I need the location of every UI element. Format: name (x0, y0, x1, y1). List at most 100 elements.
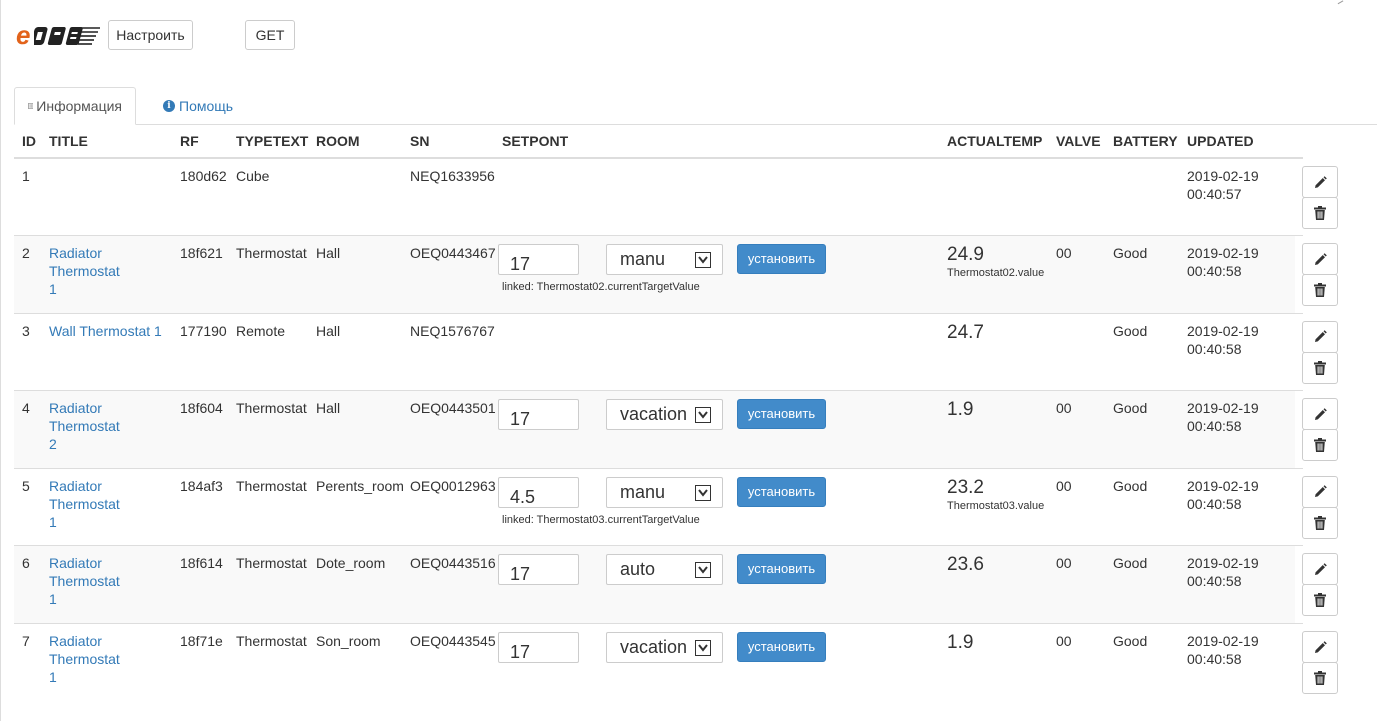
mode-value: manu (620, 249, 666, 270)
setpoint-input[interactable]: 17 (498, 554, 579, 586)
cell-actualtemp: 1.9 (939, 623, 1048, 702)
trash-icon (1314, 438, 1326, 453)
set-button[interactable]: установить (737, 476, 826, 507)
delete-button[interactable] (1302, 351, 1338, 384)
pencil-icon (1314, 640, 1327, 653)
cell-setpoint: 17 manu установить linked: Thermostat02.cur… (494, 235, 939, 314)
delete-button[interactable] (1302, 429, 1338, 462)
device-title-link[interactable]: Radiator Thermostat 1 (49, 633, 120, 685)
cell-actions (1295, 467, 1338, 546)
mode-select[interactable]: manu (606, 244, 723, 276)
mode-select[interactable]: manu (606, 476, 723, 508)
cell-room: Perents_room (308, 467, 404, 546)
cell-rf: 18f621 (172, 235, 228, 314)
dropdown-button[interactable] (695, 640, 711, 657)
cell-typetext: Thermostat (228, 623, 308, 702)
setpoint-input[interactable]: 17 (498, 632, 579, 664)
col-battery: BATTERY (1105, 125, 1179, 159)
device-title-suffix: 1 (49, 513, 57, 530)
cell-rf: 177190 (172, 312, 228, 391)
get-button[interactable]: GET (245, 20, 295, 50)
device-title-suffix: 2 (49, 436, 57, 453)
edit-button[interactable] (1302, 166, 1338, 198)
edit-button[interactable] (1302, 398, 1338, 431)
cell-title: Radiator Thermostat 2 (41, 390, 172, 469)
trash-icon (1314, 283, 1326, 298)
trash-icon (1314, 593, 1326, 608)
tab-help-label: Помощь (179, 98, 234, 114)
device-title-text: Wall Thermostat 1 (49, 322, 162, 339)
cell-battery: Good (1105, 235, 1179, 314)
updated-date: 2019-02-19 (1187, 400, 1259, 417)
updated-time: 00:40:58 (1187, 651, 1242, 668)
edit-button[interactable] (1302, 553, 1338, 586)
setpoint-linked-text: linked: Thermostat02.currentTargetValue (502, 281, 700, 294)
cell-sn: OEQ0443467 (402, 235, 496, 314)
mode-select[interactable]: vacation (606, 399, 723, 431)
setpoint-linked-text: linked: Thermostat03.currentTargetValue (502, 513, 700, 526)
cell-typetext: Thermostat (228, 390, 308, 469)
edit-button[interactable] (1302, 475, 1338, 508)
dropdown-button[interactable] (695, 252, 711, 269)
tab-help[interactable]: i Помощь (150, 87, 246, 125)
cell-sn: NEQ1576767 (402, 312, 495, 391)
edit-button[interactable] (1302, 243, 1338, 276)
updated-date: 2019-02-19 (1187, 633, 1259, 650)
delete-button[interactable] (1302, 662, 1338, 695)
device-title-link[interactable]: Radiator Thermostat 2 (49, 400, 120, 452)
updated-time: 00:40:58 (1187, 418, 1242, 435)
actual-temp-value: 23.2 (947, 476, 984, 498)
table-row: 5 Radiator Thermostat 1 184af3 Thermostat Per… (14, 467, 1338, 546)
updated-date: 2019-02-19 (1187, 477, 1259, 494)
cell-actions (1295, 623, 1338, 702)
delete-button[interactable] (1302, 584, 1338, 617)
dropdown-button[interactable] (695, 407, 711, 424)
device-title-link[interactable]: Radiator Thermostat 1 (49, 478, 120, 530)
cell-valve: 00 (1048, 623, 1105, 702)
device-title-link[interactable]: Wall Thermostat 1 (49, 323, 162, 339)
set-button[interactable]: установить (737, 399, 826, 430)
mode-select[interactable]: auto (606, 554, 723, 586)
table-row: 7 Radiator Thermostat 1 18f71e Thermostat Son… (14, 623, 1338, 702)
delete-button[interactable] (1302, 274, 1338, 307)
setpoint-controls: 17 vacation установить (494, 399, 939, 459)
cell-actions (1295, 390, 1338, 469)
delete-button[interactable] (1302, 506, 1338, 539)
cell-room (308, 157, 402, 236)
device-title-link[interactable]: Radiator Thermostat 1 (49, 245, 120, 297)
edit-button[interactable] (1302, 320, 1338, 353)
configure-button[interactable]: Настроить (108, 20, 193, 50)
cell-actualtemp: 24.7 (939, 312, 1048, 391)
device-title-link[interactable]: Radiator Thermostat 1 (49, 555, 120, 607)
dropdown-button[interactable] (695, 484, 711, 501)
chevron-down-icon (698, 256, 708, 264)
cell-title: Radiator Thermostat 1 (41, 467, 172, 546)
col-valve: VALVE (1048, 125, 1105, 159)
setpoint-input[interactable]: 4.5 (498, 476, 579, 508)
table-row: 4 Radiator Thermostat 2 18f604 Thermostat Hal… (14, 390, 1338, 469)
delete-button[interactable] (1302, 197, 1338, 229)
cell-room: Hall (308, 390, 402, 469)
cell-actions (1295, 235, 1338, 314)
set-button[interactable]: установить (737, 632, 826, 663)
device-title-text: Radiator Thermostat (49, 633, 120, 668)
updated-date: 2019-02-19 (1187, 245, 1259, 262)
col-sn: SN (402, 125, 494, 159)
mode-select[interactable]: vacation (606, 632, 723, 664)
cell-rf: 18f71e (172, 623, 228, 702)
cell-valve: 00 (1048, 467, 1105, 546)
edit-button[interactable] (1302, 631, 1338, 664)
actual-temp-value: 24.9 (947, 244, 984, 266)
list-icon (28, 103, 34, 109)
actual-temp-value: 1.9 (947, 399, 974, 421)
set-button[interactable]: установить (737, 244, 826, 275)
page-left-border (0, 0, 1, 721)
actual-temp-linked: Thermostat02.value (947, 267, 1045, 280)
setpoint-input[interactable]: 17 (498, 399, 579, 431)
tab-info[interactable]: Информация (14, 87, 136, 125)
dropdown-button[interactable] (695, 562, 711, 579)
setpoint-input[interactable]: 17 (498, 244, 579, 276)
chevron-down-icon (698, 644, 708, 652)
set-button[interactable]: установить (737, 554, 826, 585)
mode-value: auto (620, 559, 656, 580)
